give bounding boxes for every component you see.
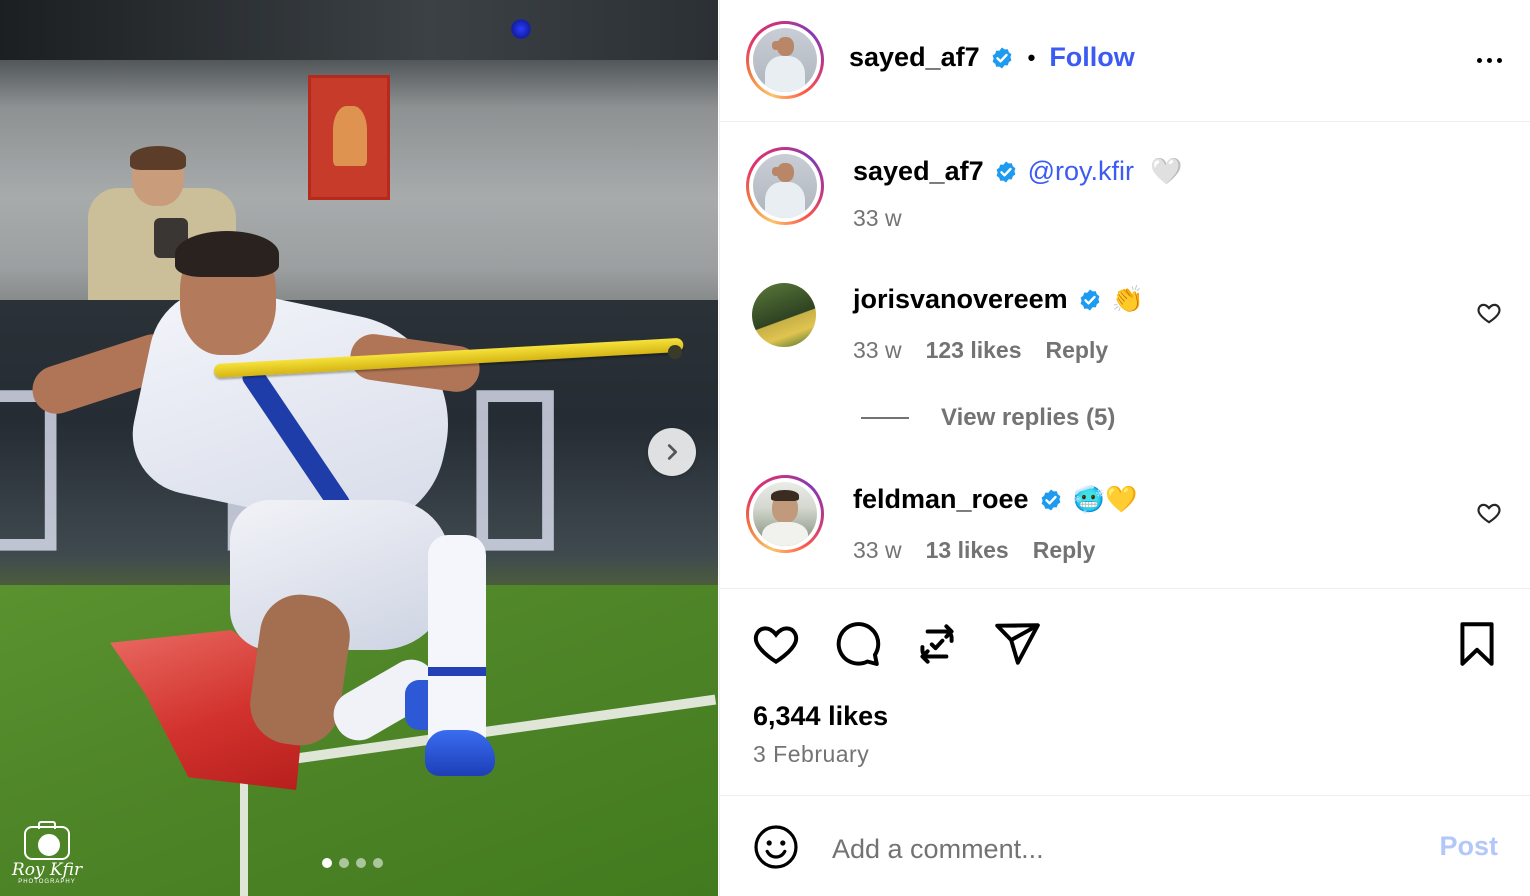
comment-like-heart-icon[interactable]	[1476, 300, 1502, 326]
corner-flag-tip	[668, 345, 682, 359]
post-comment-button[interactable]: Post	[1439, 831, 1498, 862]
comment-avatar[interactable]	[752, 283, 816, 347]
caption-author-avatar[interactable]	[746, 147, 824, 225]
reply-button[interactable]: Reply	[1046, 337, 1109, 364]
caption-mention-link[interactable]: @roy.kfir	[1028, 156, 1134, 187]
caption-username[interactable]: sayed_af7	[853, 156, 984, 187]
heart-icon[interactable]	[751, 619, 801, 669]
comment-input[interactable]	[832, 827, 1392, 871]
stadium-light	[511, 19, 531, 39]
comment-text: 👏	[1111, 284, 1144, 315]
comment-time[interactable]: 33 w	[853, 337, 902, 364]
caption-emoji: 🤍	[1150, 156, 1183, 187]
likes-count[interactable]: 6,344 likes	[753, 701, 888, 732]
separator-dot: •	[1027, 44, 1036, 70]
chevron-right-icon	[667, 444, 678, 460]
carousel-dot	[339, 858, 349, 868]
more-options-icon[interactable]	[1471, 50, 1507, 70]
verified-badge-icon	[1041, 489, 1060, 510]
comment-time[interactable]: 33 w	[853, 537, 902, 564]
replies-divider	[861, 417, 909, 419]
stadium-roof	[0, 0, 718, 60]
comment-like-heart-icon[interactable]	[1476, 500, 1502, 526]
smiley-icon[interactable]	[752, 823, 800, 871]
bookmark-icon[interactable]	[1452, 619, 1502, 669]
photographer-watermark: Roy Kfir PHOTOGRAPHY	[10, 821, 84, 894]
player-figure	[26, 231, 510, 795]
post-date[interactable]: 3 February	[753, 741, 869, 768]
comment-avatar[interactable]	[746, 475, 824, 553]
carousel-dot	[322, 858, 332, 868]
follow-button[interactable]: Follow	[1049, 42, 1134, 73]
comment-likes[interactable]: 13 likes	[926, 537, 1009, 564]
author-username[interactable]: sayed_af7	[849, 42, 980, 73]
verified-badge-icon	[996, 161, 1016, 182]
carousel-indicator	[322, 858, 383, 868]
carousel-dot	[356, 858, 366, 868]
reply-button[interactable]: Reply	[1033, 537, 1096, 564]
comment-icon[interactable]	[832, 619, 882, 669]
camera-icon	[24, 821, 70, 860]
stadium-banner	[308, 75, 390, 200]
comment-username[interactable]: jorisvanovereem	[853, 284, 1068, 315]
post-panel: sayed_af7 • Follow sayed_af7 @roy.kfir 🤍…	[719, 0, 1530, 896]
repost-icon[interactable]	[912, 619, 962, 669]
verified-badge-icon	[1080, 289, 1100, 310]
carousel-dot	[373, 858, 383, 868]
post-header: sayed_af7 • Follow	[720, 0, 1530, 122]
post-media[interactable]: ▯ ▮ ▯ Roy Kfir PHOTOGRAPHY	[0, 0, 718, 896]
comment-likes[interactable]: 123 likes	[926, 337, 1022, 364]
author-avatar[interactable]	[746, 21, 824, 99]
comment-text: 🥶💛	[1072, 484, 1138, 515]
verified-badge-icon	[992, 47, 1012, 68]
view-replies-button[interactable]: View replies (5)	[861, 404, 1115, 432]
comment-username[interactable]: feldman_roee	[853, 484, 1029, 515]
share-icon[interactable]	[992, 619, 1042, 669]
carousel-next-button[interactable]	[648, 428, 696, 476]
comment-composer: Post	[720, 797, 1530, 896]
post-actions: 6,344 likes 3 February	[720, 588, 1530, 796]
caption-time[interactable]: 33 w	[853, 205, 902, 232]
